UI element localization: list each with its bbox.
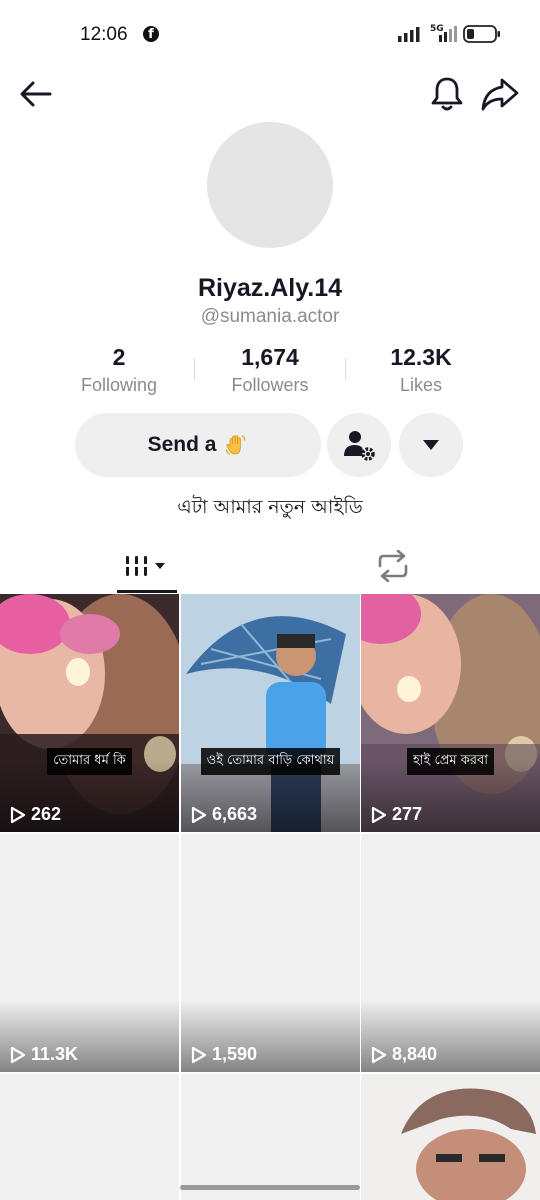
play-icon bbox=[371, 806, 387, 823]
followers-count: 1,674 bbox=[241, 344, 299, 370]
video-thumbnail bbox=[361, 1074, 540, 1200]
following-count: 2 bbox=[112, 344, 126, 370]
share-arrow-icon bbox=[481, 78, 519, 111]
play-icon bbox=[10, 806, 26, 823]
video-grid: তোমার ধর্ম কি 262 ওই তোমার বাড়ি কোথায় … bbox=[0, 594, 540, 1200]
video-tile[interactable]: 1,590 bbox=[181, 834, 360, 1072]
likes-label: Likes bbox=[399, 375, 443, 395]
play-icon bbox=[371, 1046, 387, 1063]
status-bar: 12:06 f 5G bbox=[0, 0, 540, 68]
arrow-left-icon bbox=[20, 81, 52, 107]
followers-label: Followers bbox=[231, 375, 309, 395]
notifications-button[interactable] bbox=[428, 74, 466, 112]
stat-likes[interactable]: 12.3K Likes bbox=[346, 344, 496, 396]
videos-grid-icon bbox=[125, 556, 165, 576]
tab-reposts[interactable] bbox=[368, 538, 418, 594]
status-time: 12:06 bbox=[80, 24, 128, 45]
svg-text:5G: 5G bbox=[430, 24, 444, 34]
stat-following[interactable]: 2 Following bbox=[44, 344, 194, 396]
view-count-value: 11.3K bbox=[31, 1044, 79, 1064]
share-button[interactable] bbox=[480, 75, 520, 113]
waving-hand-icon bbox=[226, 435, 246, 455]
signal-strength-icon bbox=[398, 27, 420, 42]
view-count: 6,663 bbox=[191, 804, 257, 825]
add-friend-button[interactable] bbox=[327, 413, 391, 477]
back-button[interactable] bbox=[18, 76, 54, 112]
facebook-notification-icon: f bbox=[143, 26, 159, 42]
view-count-value: 262 bbox=[31, 804, 62, 824]
profile-bio: এটা আমার নতুন আইডি bbox=[177, 496, 363, 518]
view-count-value: 8,840 bbox=[392, 1044, 438, 1064]
avatar[interactable] bbox=[207, 122, 333, 248]
caret-down-icon bbox=[423, 440, 439, 450]
active-tab-indicator bbox=[117, 590, 177, 593]
view-count-value: 277 bbox=[392, 804, 423, 824]
more-options-button[interactable] bbox=[399, 413, 463, 477]
cellular-5g-icon: 5G bbox=[430, 24, 457, 42]
repost-icon bbox=[378, 550, 408, 582]
view-count: 1,590 bbox=[191, 1044, 257, 1065]
home-indicator[interactable] bbox=[180, 1185, 360, 1190]
profile-header bbox=[0, 68, 540, 120]
tab-videos[interactable] bbox=[117, 538, 177, 594]
play-icon bbox=[10, 1046, 26, 1063]
display-name: Riyaz.Aly.14 bbox=[197, 274, 343, 302]
bell-icon bbox=[431, 77, 463, 111]
view-count: 277 bbox=[371, 804, 422, 825]
video-tile[interactable]: 11.3K bbox=[0, 834, 179, 1072]
send-wave-label: Send a bbox=[147, 433, 217, 456]
view-count-value: 6,663 bbox=[212, 804, 258, 824]
likes-count: 12.3K bbox=[390, 344, 452, 370]
play-icon bbox=[191, 1046, 207, 1063]
video-tile[interactable]: তোমার ধর্ম কি 262 bbox=[0, 594, 179, 832]
video-tile[interactable]: 8,840 bbox=[361, 834, 540, 1072]
profile-stats: 2 Following 1,674 Followers 12.3K Likes bbox=[0, 344, 540, 400]
following-label: Following bbox=[80, 375, 158, 395]
add-friend-settings-icon bbox=[344, 431, 375, 461]
stat-followers[interactable]: 1,674 Followers bbox=[195, 344, 345, 396]
video-tile[interactable] bbox=[181, 1074, 360, 1200]
content-tabs bbox=[0, 538, 540, 594]
view-count: 11.3K bbox=[10, 1044, 78, 1065]
battery-icon bbox=[463, 25, 500, 43]
send-wave-button[interactable]: Send a bbox=[75, 413, 321, 477]
profile-actions: Send a bbox=[0, 413, 540, 477]
view-count: 8,840 bbox=[371, 1044, 437, 1065]
video-tile[interactable]: হাই প্রেম করবা 277 bbox=[361, 594, 540, 832]
video-tile[interactable] bbox=[361, 1074, 540, 1200]
username-handle: @sumania.actor bbox=[200, 306, 340, 327]
video-tile[interactable] bbox=[0, 1074, 179, 1200]
play-icon bbox=[191, 806, 207, 823]
view-count-value: 1,590 bbox=[212, 1044, 258, 1064]
view-count: 262 bbox=[10, 804, 61, 825]
video-tile[interactable]: ওই তোমার বাড়ি কোথায় 6,663 bbox=[181, 594, 360, 832]
